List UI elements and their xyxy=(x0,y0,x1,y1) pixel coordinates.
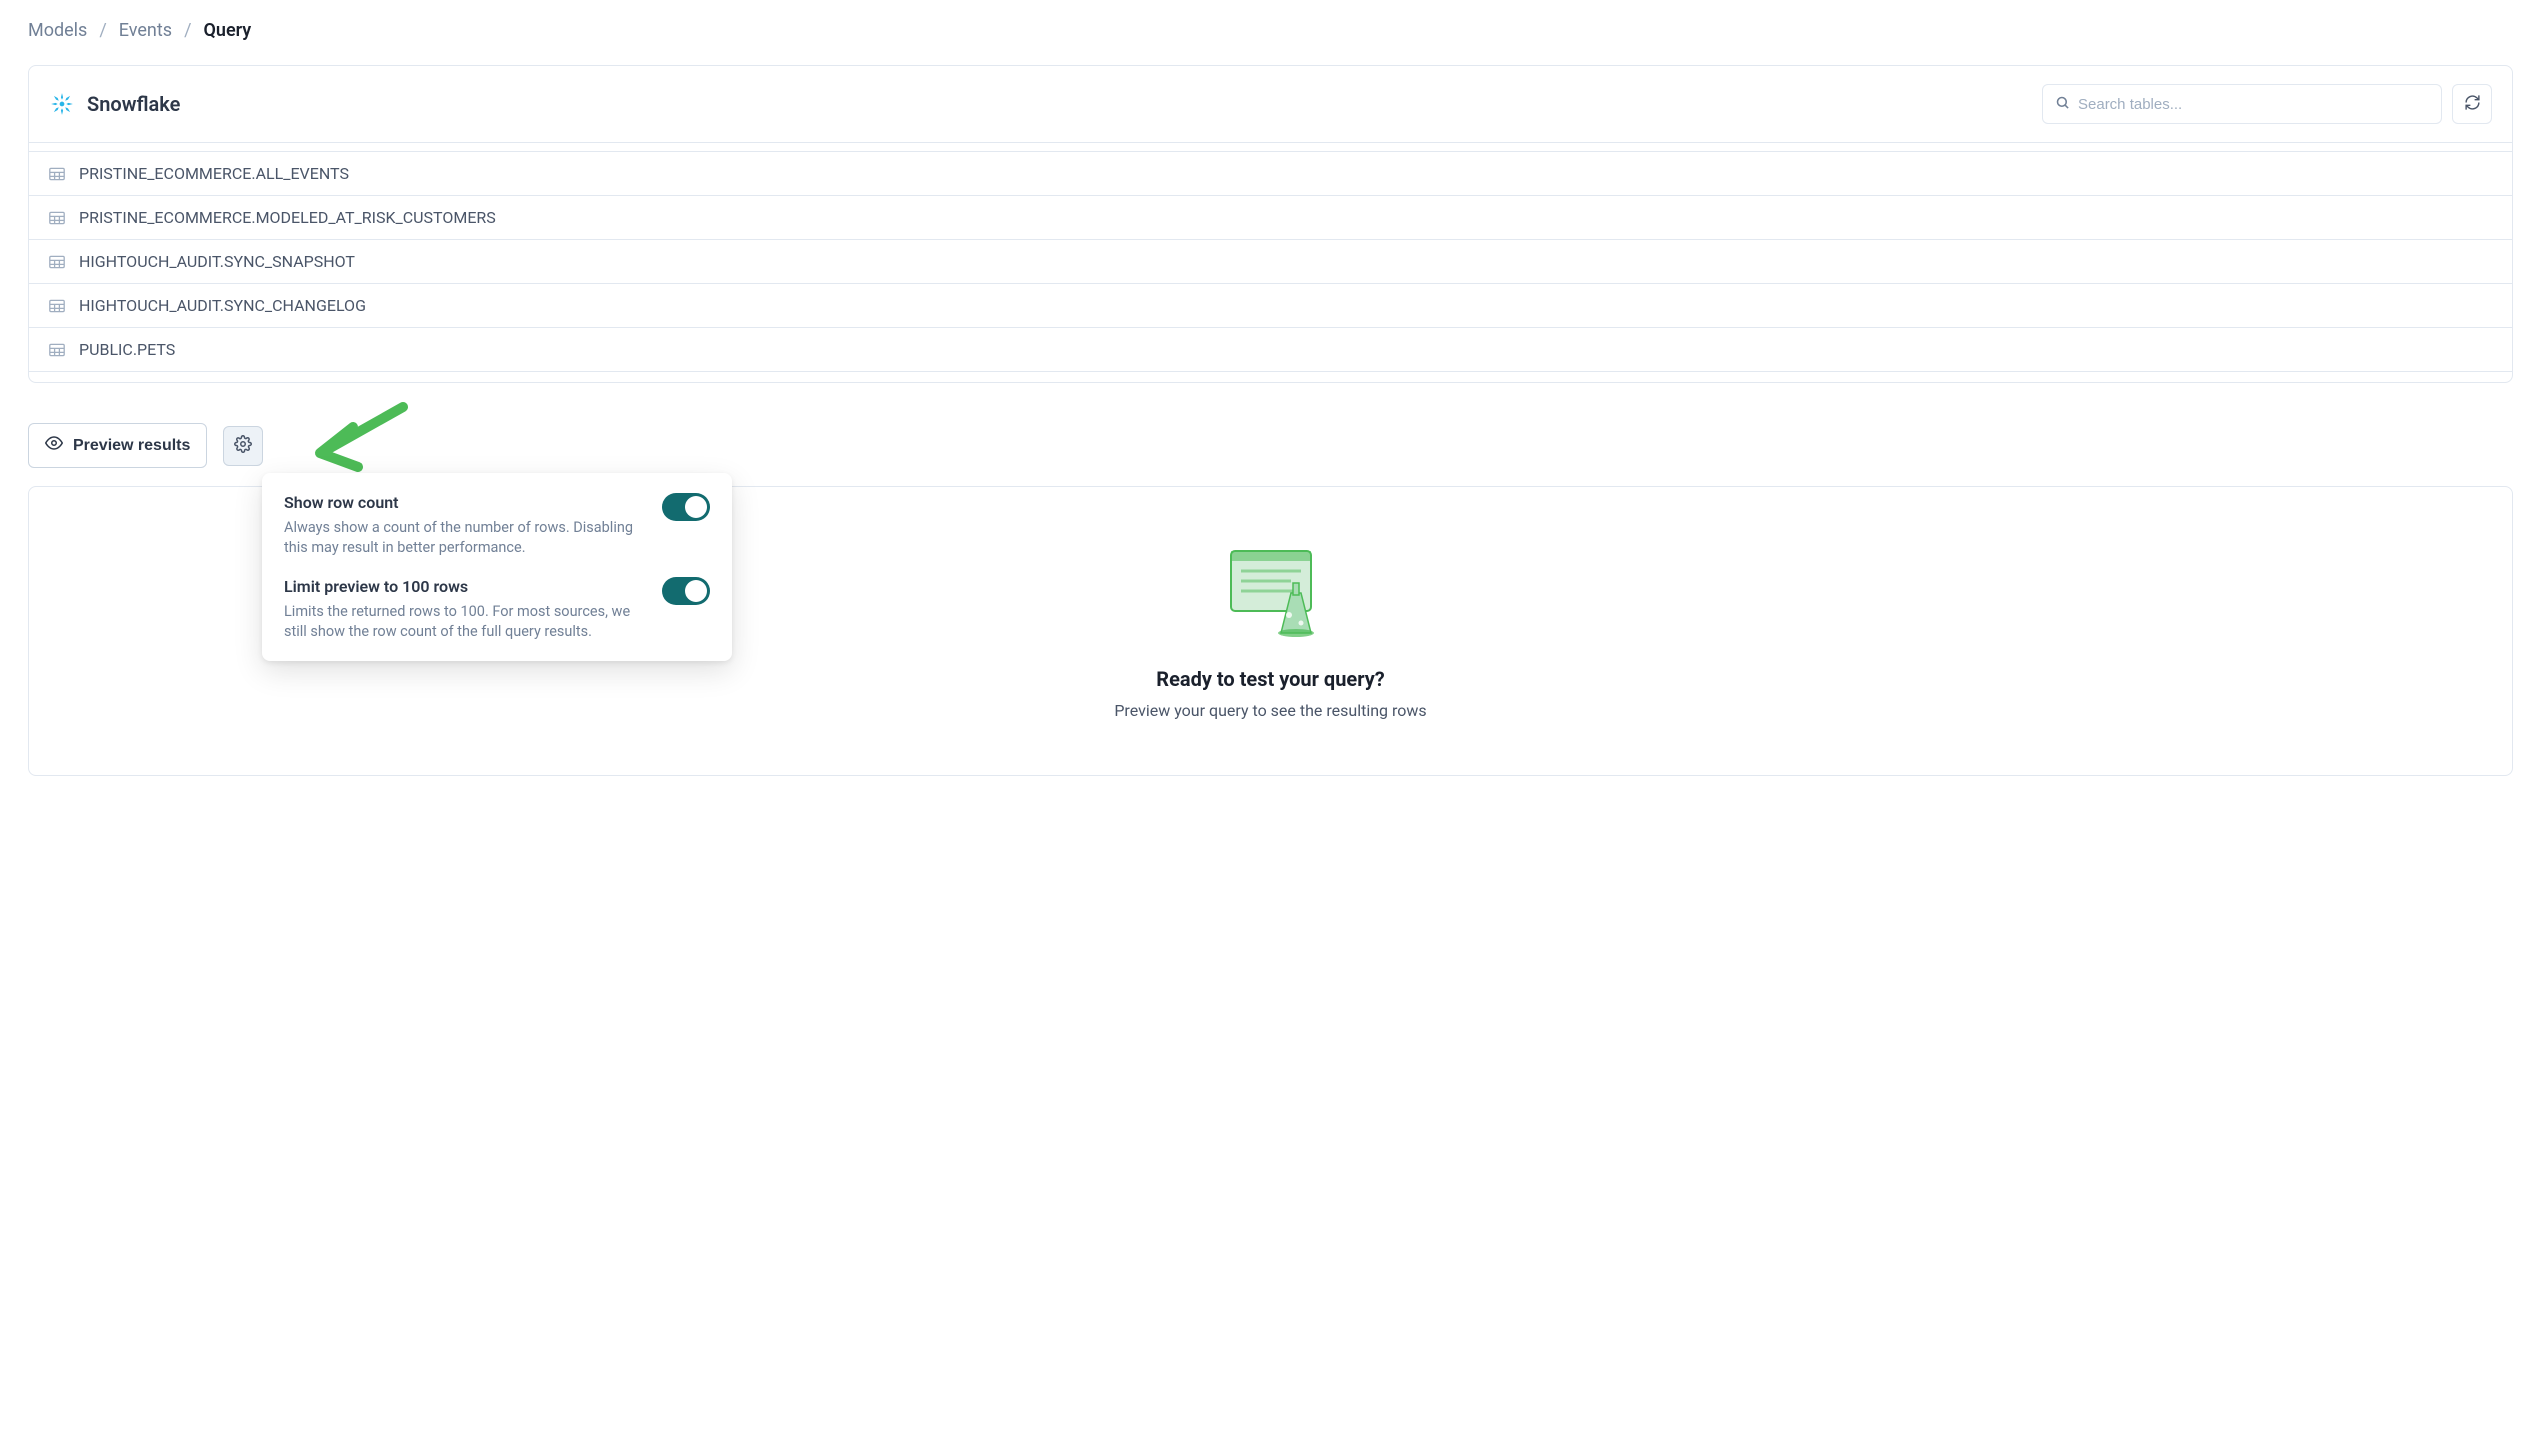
preview-results-label: Preview results xyxy=(73,437,190,455)
source-panel-header: Snowflake xyxy=(29,66,2512,143)
empty-state-subtitle: Preview your query to see the resulting … xyxy=(1114,701,1426,720)
search-input[interactable] xyxy=(2078,96,2429,113)
settings-popover: Show row count Always show a count of th… xyxy=(262,473,732,661)
empty-state-title: Ready to test your query? xyxy=(1156,667,1384,691)
table-name: HIGHTOUCH_AUDIT.SYNC_SNAPSHOT xyxy=(79,252,355,271)
toggle-limit-rows[interactable] xyxy=(662,577,710,605)
breadcrumb-current: Query xyxy=(204,20,252,41)
settings-button[interactable] xyxy=(223,426,263,466)
table-icon xyxy=(49,299,65,313)
breadcrumb-separator: / xyxy=(99,20,106,41)
actions-row: Preview results Show row count Always sh… xyxy=(28,423,2513,468)
table-name: HIGHTOUCH_AUDIT.SYNC_CHANGELOG xyxy=(79,296,366,315)
table-row[interactable]: PRISTINE_ECOMMERCE.ALL_EVENTS xyxy=(29,151,2512,196)
breadcrumb-separator: / xyxy=(184,20,191,41)
breadcrumb: Models / Events / Query xyxy=(28,20,2513,41)
table-name: PRISTINE_ECOMMERCE.MODELED_AT_RISK_CUSTO… xyxy=(79,208,496,227)
table-row[interactable]: PRISTINE_ECOMMERCE.MODELED_AT_RISK_CUSTO… xyxy=(29,196,2512,240)
empty-state-illustration xyxy=(1196,543,1346,643)
breadcrumb-link-models[interactable]: Models xyxy=(28,20,87,41)
table-row-partial xyxy=(29,372,2512,382)
breadcrumb-link-events[interactable]: Events xyxy=(119,20,172,41)
preview-results-button[interactable]: Preview results xyxy=(28,423,207,468)
source-panel: Snowflake xyxy=(28,65,2513,383)
gear-icon xyxy=(234,435,252,456)
annotation-arrow xyxy=(308,397,418,481)
search-icon xyxy=(2055,95,2070,114)
setting-desc: Limits the returned rows to 100. For mos… xyxy=(284,602,642,641)
table-row[interactable]: PUBLIC.PETS xyxy=(29,328,2512,372)
search-tables[interactable] xyxy=(2042,84,2442,124)
table-row[interactable]: HIGHTOUCH_AUDIT.SYNC_CHANGELOG xyxy=(29,284,2512,328)
setting-row-count: Show row count Always show a count of th… xyxy=(284,493,710,557)
setting-title: Show row count xyxy=(284,493,642,512)
source-name: Snowflake xyxy=(87,92,180,116)
table-icon xyxy=(49,167,65,181)
table-icon xyxy=(49,343,65,357)
table-icon xyxy=(49,211,65,225)
header-actions xyxy=(2042,84,2492,124)
setting-limit-rows: Limit preview to 100 rows Limits the ret… xyxy=(284,577,710,641)
refresh-icon xyxy=(2464,94,2481,114)
table-row[interactable]: HIGHTOUCH_AUDIT.SYNC_SNAPSHOT xyxy=(29,240,2512,284)
table-list: PRISTINE_ECOMMERCE.ALL_EVENTS PRISTINE_E… xyxy=(29,143,2512,382)
toggle-row-count[interactable] xyxy=(662,493,710,521)
snowflake-icon xyxy=(49,91,75,117)
setting-desc: Always show a count of the number of row… xyxy=(284,518,642,557)
setting-title: Limit preview to 100 rows xyxy=(284,577,642,596)
source-title: Snowflake xyxy=(49,91,180,117)
table-name: PRISTINE_ECOMMERCE.ALL_EVENTS xyxy=(79,164,349,183)
table-name: PUBLIC.PETS xyxy=(79,340,175,359)
eye-icon xyxy=(45,434,63,457)
table-icon xyxy=(49,255,65,269)
refresh-button[interactable] xyxy=(2452,84,2492,124)
